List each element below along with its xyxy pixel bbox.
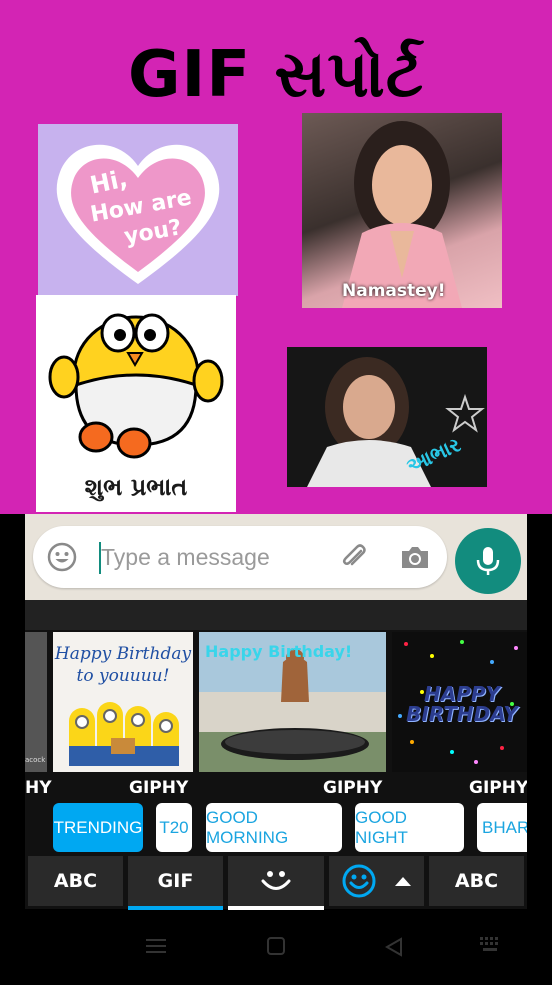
tab-emoji[interactable] <box>329 856 424 906</box>
sticker-face-icon <box>261 871 291 890</box>
gif-results[interactable]: acock Happy Birthday to youuuu! Happy Bi… <box>25 630 527 775</box>
emoji-icon <box>342 864 375 898</box>
giphy-label: HY <box>25 778 52 798</box>
keyboard-top-strip <box>25 600 527 630</box>
chip-bharat[interactable]: BHARAT <box>477 803 527 852</box>
tab-stickers[interactable] <box>228 856 324 910</box>
system-nav-bar <box>0 912 552 985</box>
woman-thanks-icon <box>287 347 487 487</box>
gif-confetti-line2: BIRTHDAY <box>406 702 518 726</box>
sticker-aabhar[interactable]: આભાર <box>287 347 487 487</box>
gif-tile-partial-caption: acock <box>25 756 46 764</box>
tab-gif-label: GIF <box>157 870 194 892</box>
gif-tile-confetti[interactable]: HAPPY BIRTHDAY <box>392 632 527 772</box>
giphy-label: GIPHY <box>129 778 189 798</box>
message-input[interactable]: Type a message <box>33 526 447 588</box>
gif-tile-minions[interactable]: Happy Birthday to youuuu! <box>53 632 193 772</box>
gif-tile-dog-trampoline[interactable]: Happy Birthday! <box>199 632 386 772</box>
sticker-chick-caption: શુભ પ્રભાત <box>84 473 188 501</box>
keyboard-mode-tabs: ABC GIF ABC <box>25 854 527 910</box>
tab-abc-right[interactable]: ABC <box>429 856 524 906</box>
chat-input-bar: Type a message <box>25 514 527 600</box>
mic-button[interactable] <box>455 528 521 594</box>
gif-tile-partial[interactable]: acock <box>25 632 47 772</box>
mic-icon <box>476 547 500 575</box>
banner-title: GIF સપોર્ટ <box>128 38 424 112</box>
back-icon[interactable] <box>385 937 403 957</box>
giphy-attribution-row: HY GIPHY GIPHY GIPHY <box>25 775 527 801</box>
home-icon[interactable] <box>267 937 285 955</box>
sticker-namastey[interactable]: Namastey! <box>302 113 502 308</box>
gif-dog-caption: Happy Birthday! <box>205 642 353 661</box>
menu-icon[interactable] <box>146 937 166 955</box>
giphy-label: GIPHY <box>469 778 527 798</box>
tab-gif[interactable]: GIF <box>128 856 223 910</box>
message-placeholder: Type a message <box>101 544 270 570</box>
gif-minions-line2: to youuuu! <box>76 666 170 686</box>
keyboard-icon[interactable] <box>480 937 502 953</box>
chip-good-morning[interactable]: GOOD MORNING <box>206 803 342 852</box>
chick-icon <box>48 313 224 459</box>
promo-banner: GIF સપોર્ટ Hi, How are you? Namastey! શુ… <box>0 0 552 514</box>
tab-selected-indicator <box>128 906 223 910</box>
chip-trending[interactable]: TRENDING <box>53 803 143 852</box>
attach-icon[interactable] <box>339 542 369 572</box>
sticker-hi-how-are-you[interactable]: Hi, How are you? <box>38 124 238 296</box>
gif-category-row: TRENDING T20 GOOD MORNING GOOD NIGHT BHA… <box>25 801 527 854</box>
gif-minions-line1: Happy Birthday <box>54 644 192 664</box>
camera-icon[interactable] <box>399 542 431 572</box>
chip-good-night[interactable]: GOOD NIGHT <box>355 803 464 852</box>
emoji-icon[interactable] <box>47 542 77 572</box>
tab-abc[interactable]: ABC <box>28 856 123 906</box>
sticker-namastey-caption: Namastey! <box>342 281 446 301</box>
tab-underline <box>228 906 324 910</box>
minions-icon <box>69 702 179 766</box>
sticker-chick-good-morning[interactable]: શુભ પ્રભાત <box>36 295 236 512</box>
giphy-label: GIPHY <box>323 778 383 798</box>
caret-up-icon <box>394 877 411 886</box>
chip-t20[interactable]: T20 <box>156 803 192 852</box>
woman-portrait-icon <box>342 121 462 308</box>
